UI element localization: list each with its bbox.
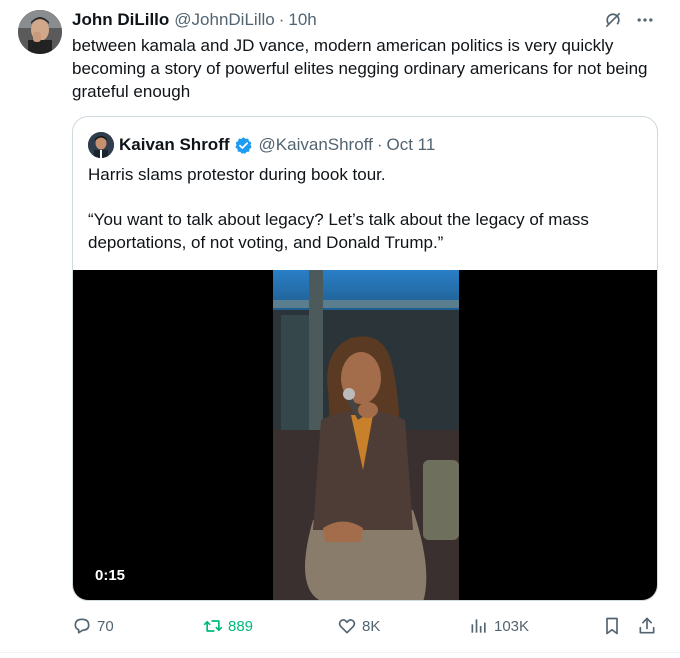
quoted-tweet-text-line2: “You want to talk about legacy? Let’s ta…	[88, 210, 589, 252]
bookmark-icon	[606, 617, 618, 635]
quoted-author-name[interactable]: Kaivan Shroff	[119, 135, 230, 155]
views-chart-icon	[471, 619, 486, 633]
header-icons	[602, 9, 656, 31]
retweet-icon	[203, 620, 223, 632]
share-icon	[639, 617, 655, 634]
heart-icon	[338, 619, 356, 634]
author-name[interactable]: John DiLillo	[72, 10, 169, 30]
separator-dot: ·	[376, 135, 383, 154]
tweet-header: John DiLillo @JohnDiLillo · 10h	[72, 9, 660, 31]
more-icon[interactable]	[634, 9, 656, 31]
reply-button[interactable]: 70	[72, 612, 114, 640]
retweet-button[interactable]: 889	[203, 612, 253, 640]
quoted-tweet-timestamp[interactable]: Oct 11	[387, 135, 436, 155]
author-avatar[interactable]	[18, 10, 62, 54]
tweet-text: between kamala and JD vance, modern amer…	[72, 36, 648, 101]
retweet-count: 889	[228, 617, 254, 635]
author-handle[interactable]: @JohnDiLillo	[174, 10, 274, 30]
video-frame	[273, 270, 459, 600]
bookmark-button[interactable]	[602, 612, 622, 640]
video-player[interactable]: 0:15	[73, 270, 657, 600]
like-count: 8K	[362, 617, 381, 635]
quoted-tweet[interactable]: Kaivan Shroff @KaivanShroff · Oct 11 Har…	[72, 116, 658, 601]
grok-icon[interactable]	[602, 9, 624, 31]
reply-icon	[74, 618, 90, 634]
divider	[0, 652, 680, 653]
like-button[interactable]: 8K	[337, 612, 380, 640]
verified-badge-icon	[234, 136, 253, 155]
quoted-tweet-text-line1: Harris slams protestor during book tour.	[88, 165, 386, 184]
separator-dot: ·	[278, 10, 285, 29]
view-count: 103K	[494, 617, 530, 635]
quoted-author-handle[interactable]: @KaivanShroff	[259, 135, 373, 155]
previous-tweet-fragment	[22, 0, 82, 4]
tweet-actions: 70 889 8K 103K	[72, 612, 662, 640]
video-duration: 0:15	[95, 567, 126, 584]
tweet-timestamp[interactable]: 10h	[288, 10, 316, 30]
quoted-tweet-header: Kaivan Shroff @KaivanShroff · Oct 11	[119, 132, 435, 158]
views-button[interactable]: 103K	[469, 612, 529, 640]
quoted-author-avatar[interactable]	[88, 132, 114, 158]
reply-count: 70	[97, 617, 114, 635]
share-button[interactable]	[637, 612, 657, 640]
